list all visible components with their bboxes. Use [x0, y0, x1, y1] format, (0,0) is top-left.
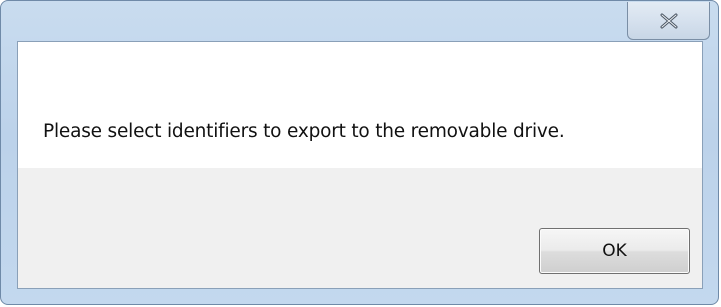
- close-button[interactable]: [627, 2, 710, 40]
- ok-button[interactable]: OK: [539, 228, 690, 274]
- button-bar: OK: [18, 168, 702, 288]
- message-area: Please select identifiers to export to t…: [18, 42, 702, 168]
- dialog-client-area: Please select identifiers to export to t…: [17, 41, 703, 289]
- message-text: Please select identifiers to export to t…: [43, 121, 565, 142]
- title-bar: [1, 1, 718, 41]
- message-dialog-window: Please select identifiers to export to t…: [0, 0, 719, 305]
- close-icon: [660, 13, 678, 29]
